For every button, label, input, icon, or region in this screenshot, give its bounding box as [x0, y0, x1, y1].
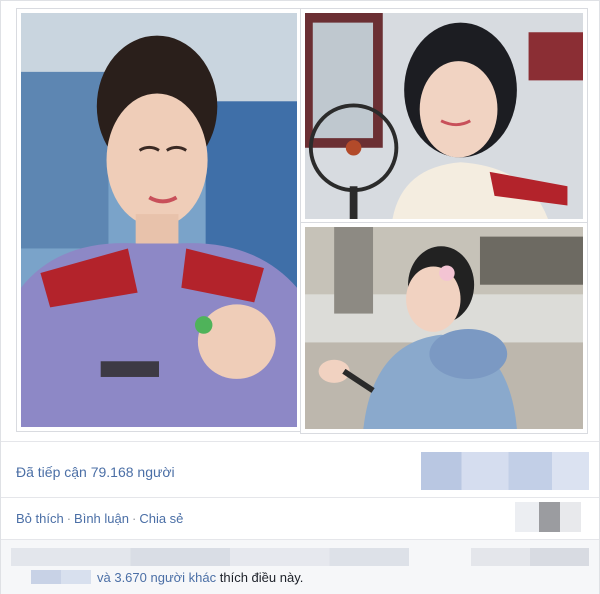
pixelated-redaction [515, 502, 581, 532]
share-link[interactable]: Chia sẻ [139, 511, 183, 526]
post-actions: Bỏ thích · Bình luận · Chia sẻ [1, 497, 599, 540]
reach-section: Đã tiếp cận 79.168 người [1, 441, 599, 498]
facebook-post: Đã tiếp cận 79.168 người Bỏ thích · Bình l… [0, 0, 600, 594]
reach-text: Đã tiếp cận 79.168 người [16, 464, 175, 480]
pixelated-name [31, 570, 91, 584]
photo-top-right[interactable] [301, 9, 587, 223]
photo-left-image [21, 13, 297, 427]
separator: · [66, 511, 72, 526]
likes-suffix: thích điều này. [219, 570, 304, 585]
likes-section: và 3.670 người khác thích điều này. [1, 539, 599, 594]
unlike-link[interactable]: Bỏ thích [16, 511, 64, 526]
photo-bottom-right-image [305, 227, 583, 429]
pixelated-redaction [11, 548, 409, 566]
separator: · [131, 511, 137, 526]
action-bar: Bỏ thích · Bình luận · Chia sẻ [16, 511, 183, 526]
photo-top-right-image [305, 13, 583, 219]
photo-grid [15, 7, 587, 433]
comment-link[interactable]: Bình luận [74, 511, 129, 526]
pixelated-redaction [471, 548, 589, 566]
pixelated-redaction [421, 452, 589, 490]
likes-count-link[interactable]: và 3.670 người khác [97, 570, 216, 585]
photo-left[interactable] [17, 9, 301, 431]
photo-bottom-right[interactable] [301, 223, 587, 433]
likes-summary: và 3.670 người khác thích điều này. [31, 570, 303, 585]
